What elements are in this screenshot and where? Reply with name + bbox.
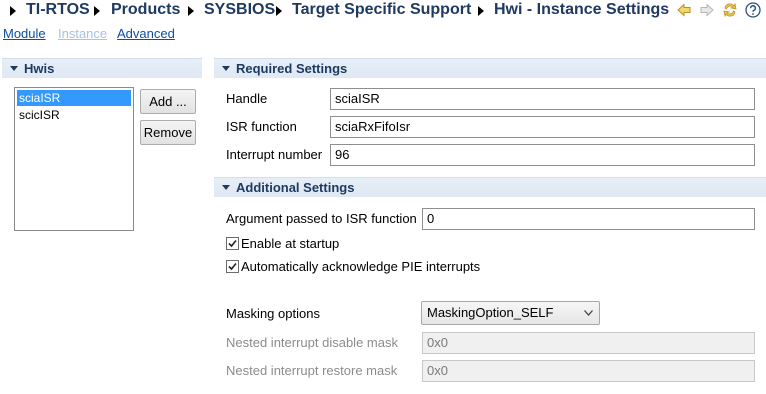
auto-ack-pie-checkbox[interactable] — [226, 260, 239, 273]
enable-at-startup-label[interactable]: Enable at startup — [241, 236, 339, 251]
auto-ack-pie-label[interactable]: Automatically acknowledge PIE interrupts — [241, 259, 480, 274]
chevron-right-icon — [94, 6, 100, 16]
interrupt-number-field[interactable]: 96 — [330, 144, 755, 166]
breadcrumb-item-sysbios[interactable]: SYSBIOS — [204, 1, 275, 19]
check-icon — [228, 262, 237, 271]
collapse-icon — [222, 185, 230, 190]
hwis-section-title: Hwis — [24, 61, 55, 76]
nested-disable-mask-field: 0x0 — [422, 332, 755, 354]
help-icon[interactable] — [745, 2, 761, 18]
additional-settings-header[interactable]: Additional Settings — [214, 177, 766, 197]
breadcrumb-item-ti-rtos[interactable]: TI-RTOS — [26, 1, 90, 19]
argument-field[interactable]: 0 — [422, 208, 755, 230]
breadcrumb: TI-RTOS Products SYSBIOS Target Specific… — [0, 0, 766, 22]
masking-options-value: MaskingOption_SELF — [427, 305, 554, 320]
chevron-right-icon — [276, 6, 282, 16]
nested-restore-mask-label: Nested interrupt restore mask — [226, 363, 398, 378]
hwi-list[interactable]: sciaISR scicISR — [14, 87, 134, 231]
handle-field[interactable]: sciaISR — [330, 88, 755, 110]
list-item-sciaisr[interactable]: sciaISR — [17, 90, 131, 106]
interrupt-number-label: Interrupt number — [226, 147, 323, 162]
hwis-section-header[interactable]: Hwis — [2, 58, 202, 78]
chevron-right-icon — [478, 6, 484, 16]
module-link[interactable]: Module — [3, 26, 46, 41]
masking-options-dropdown[interactable]: MaskingOption_SELF — [421, 301, 600, 325]
isr-function-label: ISR function — [226, 119, 297, 134]
isr-function-field[interactable]: sciaRxFifoIsr — [330, 116, 755, 138]
nested-restore-mask-field: 0x0 — [422, 360, 755, 382]
refresh-icon[interactable] — [722, 2, 738, 18]
breadcrumb-item-hwi-instance-settings: Hwi - Instance Settings — [494, 1, 670, 18]
additional-settings-title: Additional Settings — [236, 180, 355, 195]
forward-arrow-icon[interactable] — [699, 2, 715, 18]
remove-button[interactable]: Remove — [140, 120, 196, 145]
add-button[interactable]: Add ... — [140, 89, 196, 114]
list-item-scicisr[interactable]: scicISR — [17, 107, 131, 123]
argument-label: Argument passed to ISR function — [226, 211, 417, 226]
handle-label: Handle — [226, 91, 268, 106]
back-arrow-icon[interactable] — [676, 2, 692, 18]
enable-at-startup-checkbox[interactable] — [226, 237, 239, 250]
breadcrumb-item-target-specific-support[interactable]: Target Specific Support — [292, 1, 471, 19]
check-icon — [228, 239, 237, 248]
chevron-right-icon — [10, 6, 16, 16]
masking-options-label: Masking options — [226, 306, 320, 321]
chevron-right-icon — [188, 6, 194, 16]
required-settings-header[interactable]: Required Settings — [214, 58, 766, 78]
required-settings-title: Required Settings — [236, 61, 348, 76]
instance-link: Instance — [58, 26, 108, 41]
advanced-link[interactable]: Advanced — [117, 26, 175, 41]
chevron-down-icon — [584, 310, 593, 316]
nested-disable-mask-label: Nested interrupt disable mask — [226, 335, 398, 350]
collapse-icon — [222, 66, 230, 71]
collapse-icon — [10, 66, 18, 71]
breadcrumb-item-products[interactable]: Products — [111, 1, 180, 19]
